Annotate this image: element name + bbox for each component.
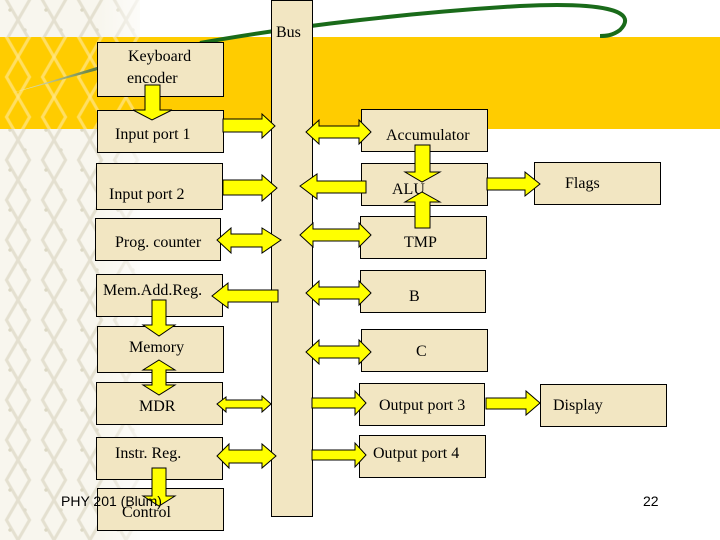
mdr-label: MDR xyxy=(139,398,176,415)
c-label: C xyxy=(416,343,427,360)
tmp-label: TMP xyxy=(404,234,437,251)
input-port-1-label: Input port 1 xyxy=(115,126,191,143)
bus xyxy=(271,0,313,517)
instr-reg-label: Instr. Reg. xyxy=(115,445,182,462)
input-port-2-label: Input port 2 xyxy=(109,186,185,203)
b-label: B xyxy=(409,288,420,305)
prog-counter-box: Prog. counter xyxy=(95,218,221,261)
footer-course: PHY 201 (Blum) xyxy=(61,493,162,509)
bus-label: Bus xyxy=(276,24,301,41)
swoosh-tail xyxy=(12,66,100,93)
accumulator-label: Accumulator xyxy=(386,127,470,144)
instr-reg-box: Instr. Reg. xyxy=(96,437,223,480)
b-box: B xyxy=(360,270,486,313)
mem-add-reg-box: Mem.Add.Reg. xyxy=(96,274,223,317)
alu-box: ALU xyxy=(361,163,488,206)
output-port-3-box: Output port 3 xyxy=(359,383,485,426)
output-port-4-box: Output port 4 xyxy=(359,435,486,478)
keyboard-encoder-line2: encoder xyxy=(127,70,178,87)
input-port-1-box: Input port 1 xyxy=(97,110,224,153)
flags-box: Flags xyxy=(534,162,661,205)
keyboard-encoder-line1: Keyboard xyxy=(128,48,192,65)
mem-add-reg-label: Mem.Add.Reg. xyxy=(103,282,203,299)
accumulator-box: Accumulator xyxy=(361,109,488,152)
display-box: Display xyxy=(540,384,667,427)
keyboard-encoder-box: Keyboard encoder xyxy=(97,42,224,97)
alu-label: ALU xyxy=(392,181,425,198)
flags-label: Flags xyxy=(565,175,600,192)
output-port-3-label: Output port 3 xyxy=(379,397,466,414)
memory-box: Memory xyxy=(97,326,224,373)
prog-counter-label: Prog. counter xyxy=(115,234,202,251)
output-port-4-label: Output port 4 xyxy=(373,445,460,462)
swoosh-curve xyxy=(199,3,628,45)
mdr-box: MDR xyxy=(96,382,223,425)
input-port-2-box: Input port 2 xyxy=(96,163,223,210)
page-number: 22 xyxy=(643,493,659,509)
c-box: C xyxy=(361,329,488,372)
tmp-box: TMP xyxy=(360,216,487,259)
display-label: Display xyxy=(553,397,603,414)
memory-label: Memory xyxy=(129,339,185,356)
